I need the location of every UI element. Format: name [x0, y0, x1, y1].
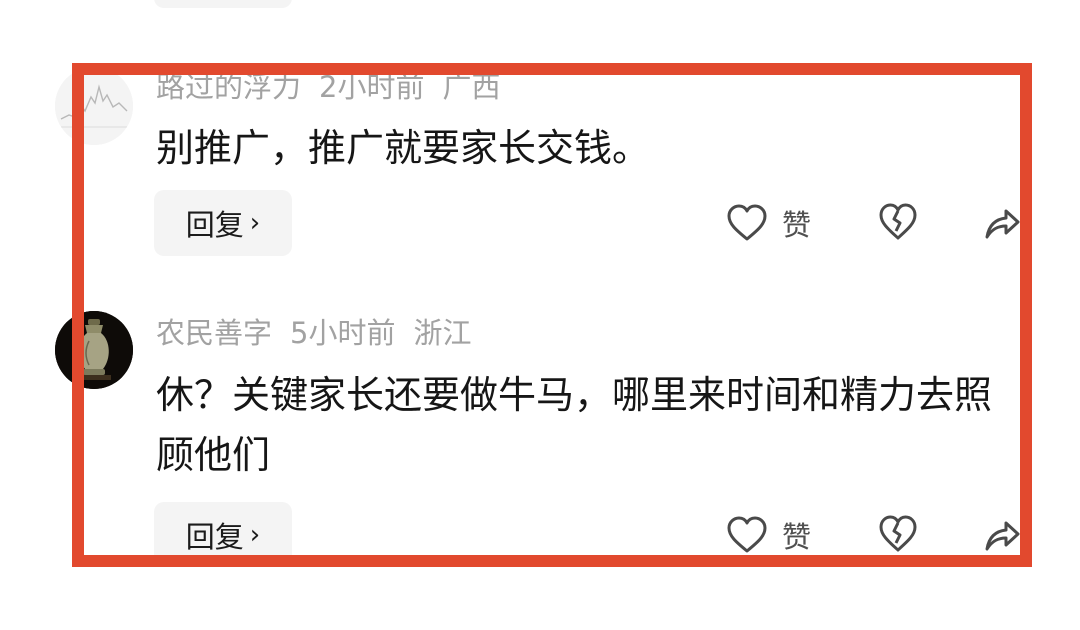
location: 广西: [442, 70, 501, 104]
reply-button[interactable]: [154, 555, 292, 567]
reply-button[interactable]: [154, 0, 292, 8]
like-button[interactable]: 赞: [726, 514, 811, 556]
timestamp: 5小时前: [290, 316, 396, 350]
share-icon: [985, 521, 1020, 551]
location: 浙江: [413, 316, 472, 350]
heart-icon: [727, 204, 767, 241]
comment-meta: 路过的浮力 2小时前 广西: [156, 69, 518, 105]
jade-vase-avatar-icon: [55, 311, 133, 389]
comment-text: 别推广，推广就要家长交钱。: [156, 126, 651, 170]
share-button[interactable]: [984, 515, 1020, 553]
avatar[interactable]: [55, 311, 133, 389]
comment-meta: 农民善字 5小时前 浙江: [156, 315, 489, 351]
like-label: 赞: [782, 208, 812, 242]
share-icon: [985, 209, 1020, 239]
like-label: 赞: [782, 520, 812, 554]
chevron-right-icon: ›: [249, 208, 261, 238]
dislike-button[interactable]: [878, 203, 918, 241]
share-button[interactable]: [984, 203, 1020, 241]
like-button[interactable]: 赞: [726, 202, 811, 244]
chevron-right-icon: ›: [249, 520, 261, 550]
username[interactable]: 农民善字: [156, 316, 272, 350]
comment-text: 休？关键家长还要做牛马，哪里来时间和精力去照顾他们: [156, 373, 993, 477]
reply-label: 回复: [185, 520, 244, 554]
avatar[interactable]: [55, 67, 133, 145]
dislike-button[interactable]: [878, 515, 918, 553]
broken-heart-icon: [879, 515, 917, 552]
broken-heart-icon: [879, 203, 917, 240]
username[interactable]: 路过的浮力: [156, 70, 301, 104]
reply-label: 回复: [185, 208, 244, 242]
reply-button[interactable]: 回复 ›: [154, 190, 292, 256]
chart-avatar-icon: [55, 67, 133, 145]
timestamp: 2小时前: [319, 70, 425, 104]
heart-icon: [727, 516, 767, 553]
